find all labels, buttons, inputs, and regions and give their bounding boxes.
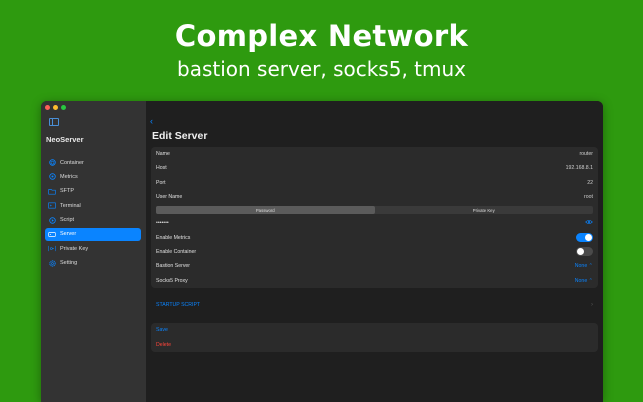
enable-metrics-row: Enable Metrics	[151, 230, 598, 244]
sidebar-item-private-key[interactable]: Private Key	[45, 242, 141, 255]
cube-icon	[48, 159, 56, 166]
server-form: Name router Host 192.168.8.1 Port 22 Use…	[151, 147, 598, 288]
host-field[interactable]: Host 192.168.8.1	[151, 161, 598, 175]
delete-button[interactable]: Delete	[151, 338, 598, 353]
private-key-tab[interactable]: Private Key	[375, 206, 594, 214]
window-controls	[45, 105, 66, 110]
port-value[interactable]: 22	[587, 180, 593, 186]
chevron-left-icon[interactable]: ‹	[150, 116, 153, 126]
username-label: User Name	[156, 194, 183, 201]
sidebar-item-label: Setting	[60, 260, 78, 267]
password-value[interactable]: •••••••	[156, 220, 169, 226]
sidebar-item-label: Script	[60, 217, 75, 224]
folder-icon	[48, 188, 56, 195]
name-field[interactable]: Name router	[151, 147, 598, 161]
username-field[interactable]: User Name root	[151, 190, 598, 204]
sidebar-item-label: Terminal	[60, 202, 81, 209]
password-tab[interactable]: Password	[156, 206, 375, 215]
chevron-right-icon: ›	[591, 302, 593, 308]
script-icon	[48, 216, 56, 224]
key-icon	[48, 245, 56, 252]
auth-method-segmented-control[interactable]: Password Private Key	[156, 206, 594, 215]
sidebar-item-label: Private Key	[60, 245, 89, 252]
name-label: Name	[156, 151, 170, 158]
sidebar-nav: Container Metrics SFTP Terminal Script S…	[45, 156, 141, 271]
sidebar-item-sftp[interactable]: SFTP	[45, 185, 141, 198]
sidebar: NeoServer Container Metrics SFTP Termina…	[41, 101, 146, 402]
sidebar-item-container[interactable]: Container	[45, 156, 141, 169]
enable-container-label: Enable Container	[156, 248, 197, 255]
sidebar-item-label: Server	[60, 231, 77, 238]
port-label: Port	[156, 179, 166, 186]
host-label: Host	[156, 165, 167, 172]
terminal-icon	[48, 202, 56, 209]
bastion-server-row: Bastion Server None ⌃	[151, 259, 598, 273]
port-field[interactable]: Port 22	[151, 176, 598, 190]
username-value[interactable]: root	[584, 194, 593, 200]
actions-card: Save Delete	[151, 323, 598, 352]
zoom-button[interactable]	[61, 105, 66, 110]
close-button[interactable]	[45, 105, 50, 110]
bastion-server-select[interactable]: None ⌃	[575, 263, 593, 269]
sidebar-item-script[interactable]: Script	[45, 214, 141, 227]
app-window: NeoServer Container Metrics SFTP Termina…	[41, 101, 603, 402]
startup-script-link[interactable]: STARTUP SCRIPT ›	[151, 298, 598, 312]
socks5-proxy-select[interactable]: None ⌃	[575, 278, 593, 284]
hero-title: Complex Network	[174, 19, 469, 53]
eye-icon[interactable]	[585, 219, 593, 227]
sidebar-item-server[interactable]: Server	[45, 227, 141, 241]
sidebar-item-label: Container	[60, 159, 84, 166]
socks5-proxy-row: Socks5 Proxy None ⌃	[151, 273, 598, 287]
bastion-server-label: Bastion Server	[156, 263, 191, 270]
host-value[interactable]: 192.168.8.1	[566, 165, 593, 171]
enable-metrics-label: Enable Metrics	[156, 234, 191, 241]
gear-icon	[48, 260, 56, 267]
sidebar-item-terminal[interactable]: Terminal	[45, 199, 141, 212]
enable-container-toggle[interactable]	[576, 247, 593, 257]
page-title: Edit Server	[152, 130, 208, 142]
sidebar-item-metrics[interactable]: Metrics	[45, 170, 141, 183]
main-panel: ‹ Edit Server Name router Host 192.168.8…	[146, 101, 603, 402]
sidebar-item-setting[interactable]: Setting	[45, 257, 141, 270]
hero-subtitle: bastion server, socks5, tmux	[177, 57, 466, 81]
enable-metrics-toggle[interactable]	[576, 233, 593, 243]
save-button[interactable]: Save	[151, 323, 598, 338]
app-name: NeoServer	[46, 135, 84, 144]
sidebar-toggle-icon[interactable]	[49, 118, 59, 126]
socks5-proxy-label: Socks5 Proxy	[156, 277, 188, 284]
enable-container-row: Enable Container	[151, 245, 598, 259]
sidebar-item-label: SFTP	[60, 188, 75, 195]
gauge-icon	[48, 173, 56, 181]
sidebar-item-label: Metrics	[60, 173, 78, 180]
minimize-button[interactable]	[53, 105, 58, 110]
startup-script-label: STARTUP SCRIPT	[156, 302, 201, 308]
name-value[interactable]: router	[579, 151, 593, 157]
password-field[interactable]: •••••••	[151, 216, 598, 230]
server-icon	[48, 231, 56, 238]
